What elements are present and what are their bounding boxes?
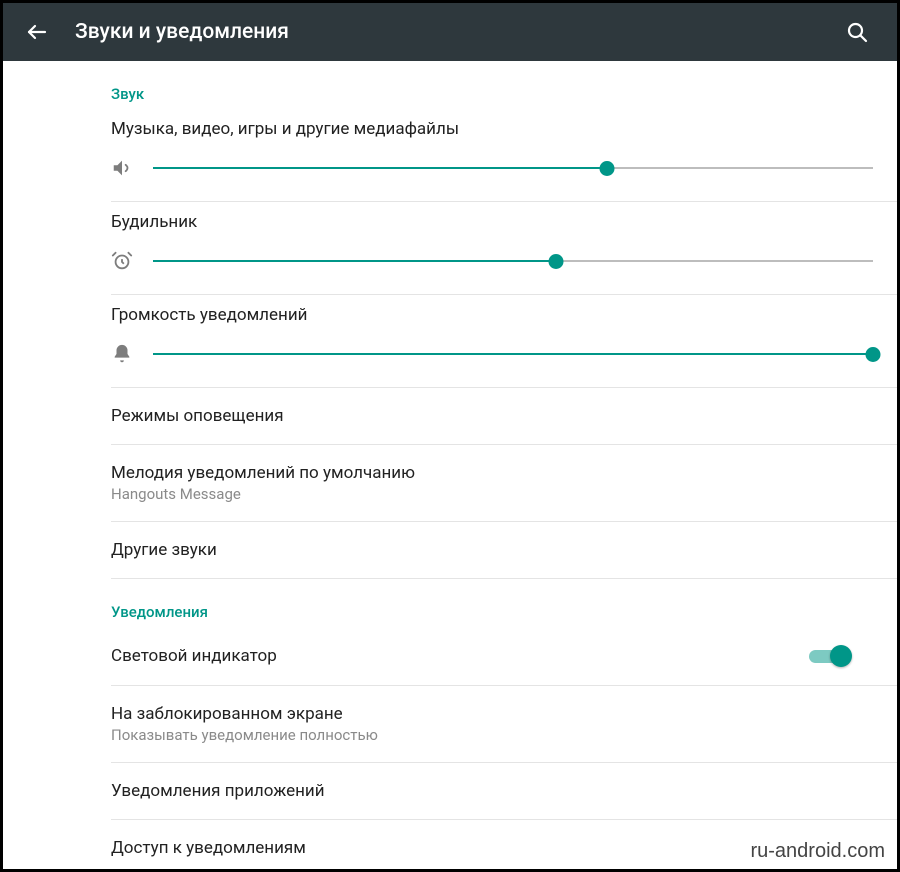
default-ringtone-value: Hangouts Message bbox=[111, 485, 873, 503]
alert-modes-item[interactable]: Режимы оповещения bbox=[3, 388, 897, 444]
watermark: ru-android.com bbox=[750, 840, 885, 863]
lock-screen-label: На заблокированном экране bbox=[111, 704, 873, 724]
section-header-notifications: Уведомления bbox=[3, 579, 897, 627]
notification-volume-slider[interactable] bbox=[153, 344, 873, 364]
other-sounds-label: Другие звуки bbox=[111, 540, 873, 560]
light-indicator-item[interactable]: Световой индикатор bbox=[3, 627, 897, 685]
search-icon bbox=[845, 20, 869, 44]
appbar: Звуки и уведомления bbox=[3, 3, 897, 61]
alert-modes-label: Режимы оповещения bbox=[111, 406, 873, 426]
alarm-volume-row: Будильник bbox=[3, 202, 897, 294]
content: Звук Музыка, видео, игры и другие медиаф… bbox=[3, 61, 897, 866]
light-indicator-toggle[interactable] bbox=[809, 645, 849, 667]
media-volume-label: Музыка, видео, игры и другие медиафайлы bbox=[111, 119, 873, 139]
back-button[interactable] bbox=[15, 10, 59, 54]
page-title: Звуки и уведомления bbox=[75, 20, 835, 44]
volume-icon bbox=[111, 157, 147, 179]
default-ringtone-label: Мелодия уведомлений по умолчанию bbox=[111, 463, 873, 483]
other-sounds-item[interactable]: Другие звуки bbox=[3, 522, 897, 578]
notification-volume-label: Громкость уведомлений bbox=[111, 305, 873, 325]
media-volume-row: Музыка, видео, игры и другие медиафайлы bbox=[3, 109, 897, 201]
notification-volume-row: Громкость уведомлений bbox=[3, 295, 897, 387]
bell-icon bbox=[111, 343, 147, 365]
default-ringtone-item[interactable]: Мелодия уведомлений по умолчанию Hangout… bbox=[3, 445, 897, 521]
media-volume-slider[interactable] bbox=[153, 158, 873, 178]
app-notifications-label: Уведомления приложений bbox=[111, 781, 873, 801]
alarm-volume-label: Будильник bbox=[111, 212, 873, 232]
lock-screen-value: Показывать уведомление полностью bbox=[111, 726, 873, 744]
search-button[interactable] bbox=[835, 10, 879, 54]
app-notifications-item[interactable]: Уведомления приложений bbox=[3, 763, 897, 819]
lock-screen-item[interactable]: На заблокированном экране Показывать уве… bbox=[3, 686, 897, 762]
section-header-sound: Звук bbox=[3, 61, 897, 109]
light-indicator-label: Световой индикатор bbox=[111, 646, 809, 666]
alarm-clock-icon bbox=[111, 250, 147, 272]
settings-screen: Звуки и уведомления Звук Музыка, видео, … bbox=[0, 0, 900, 872]
arrow-back-icon bbox=[25, 20, 49, 44]
alarm-volume-slider[interactable] bbox=[153, 251, 873, 271]
